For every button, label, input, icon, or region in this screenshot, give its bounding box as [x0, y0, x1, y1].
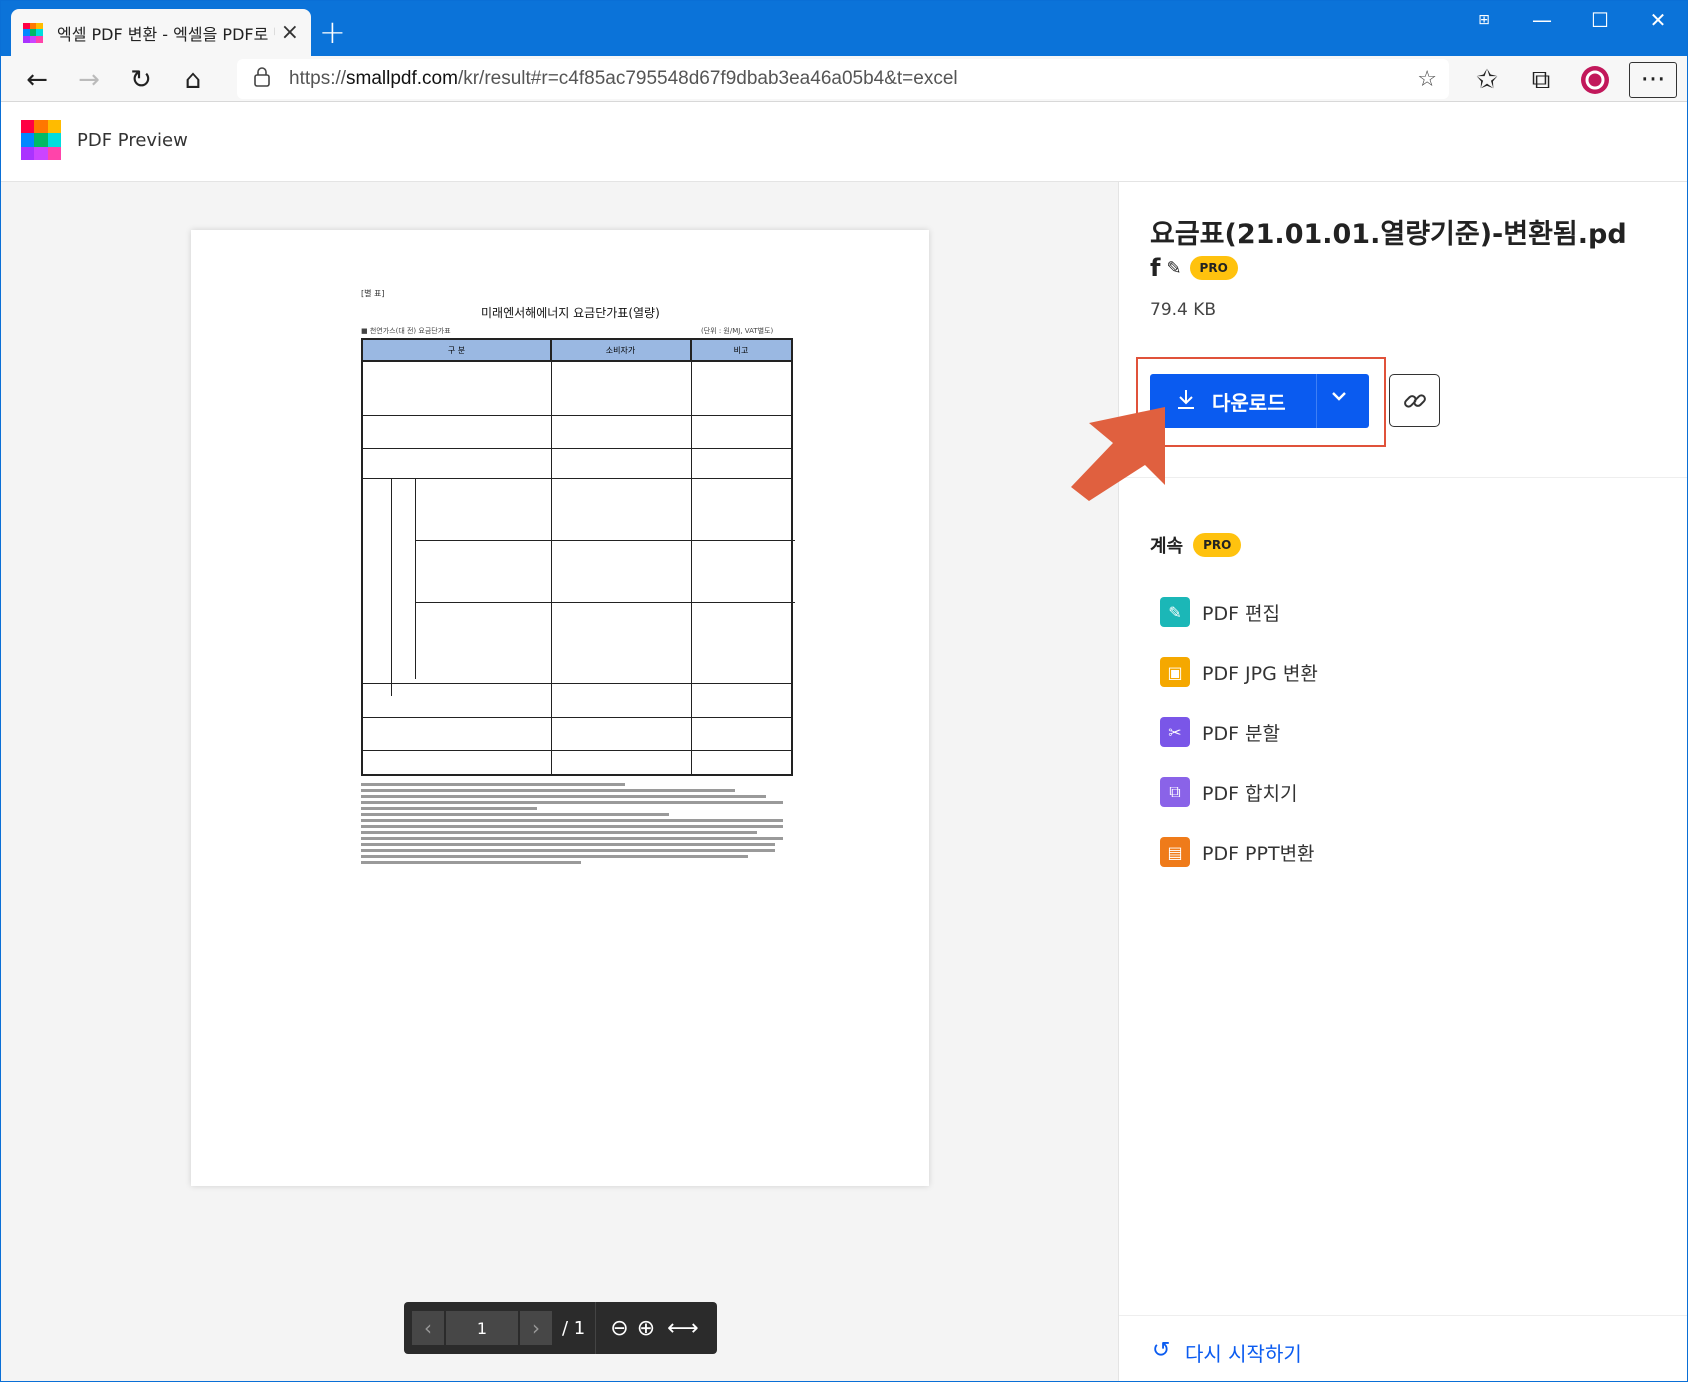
tool-label: PDF 편집	[1202, 602, 1281, 625]
tool-label: PDF 합치기	[1202, 782, 1298, 805]
doc-tag: [별 표]	[361, 289, 385, 298]
file-name: 요금표(21.01.01.열량기준)-변환됨.pd	[1150, 219, 1627, 250]
lock-icon[interactable]	[253, 67, 277, 91]
tool-split-pdf[interactable]: ✂ PDF 분할	[1160, 717, 1280, 747]
more-menu-icon[interactable]: ···	[1629, 62, 1677, 98]
doc-unit: (단위 : 원/MJ, VAT별도)	[701, 327, 774, 335]
title-bar: 엑셀 PDF 변환 - 엑셀을 PDF로 변 × + ⊞ — ☐ ✕	[1, 1, 1687, 56]
download-button[interactable]: 다운로드	[1150, 374, 1369, 428]
doc-col-note: 비고	[733, 345, 749, 355]
continue-pro-badge: PRO	[1193, 533, 1242, 557]
file-name-row: f ✎ PRO	[1150, 254, 1238, 282]
tool-merge-pdf[interactable]: ⧉ PDF 합치기	[1160, 777, 1298, 807]
file-name-tail: f	[1150, 254, 1161, 282]
tab-title: 엑셀 PDF 변환 - 엑셀을 PDF로 변	[57, 24, 275, 44]
tool-label: PDF JPG 변환	[1202, 662, 1318, 685]
prev-page-button[interactable]: ‹	[412, 1311, 444, 1345]
doc-subheading: ■ 천연가스(대 전) 요금단가표	[361, 327, 451, 335]
tool-edit-pdf[interactable]: ✎ PDF 편집	[1160, 597, 1280, 627]
tool-pdf-to-jpg[interactable]: ▣ PDF JPG 변환	[1160, 657, 1318, 687]
doc-table: 구 분 소비자가 비고	[361, 338, 795, 776]
file-size: 79.4 KB	[1150, 300, 1217, 320]
rename-pencil-icon[interactable]: ✎	[1166, 258, 1181, 279]
smallpdf-logo-icon[interactable]	[21, 120, 61, 160]
copy-link-button[interactable]	[1389, 374, 1440, 427]
continue-title: 계속	[1150, 536, 1184, 557]
download-label: 다운로드	[1212, 390, 1286, 415]
pdf-preview-area: [별 표] 미래엔서해에너지 요금단가표(열량) ■ 천연가스(대 전) 요금단…	[1, 182, 1118, 1381]
restart-section: ↺ 다시 시작하기	[1119, 1315, 1687, 1381]
app-title: PDF Preview	[77, 130, 188, 151]
side-panel: 요금표(21.01.01.열량기준)-변환됨.pd f ✎ PRO 79.4 K…	[1118, 182, 1687, 1381]
add-favorite-icon[interactable]: ☆	[1417, 67, 1437, 92]
continue-section-header: 계속 PRO	[1150, 532, 1242, 558]
tool-label: PDF 분할	[1202, 722, 1281, 745]
favorites-icon[interactable]: ✩	[1469, 62, 1505, 98]
new-tab-icon[interactable]: +	[319, 13, 346, 51]
navigation-bar: ← → ↻ ⌂ https://smallpdf.com/kr/result#r…	[1, 56, 1687, 102]
page-total: / 1	[562, 1317, 586, 1339]
page-toolbar: ‹ 1 › / 1 ⊖ ⊕ ⟷	[404, 1302, 717, 1354]
zoom-out-icon[interactable]: ⊖	[610, 1316, 628, 1341]
smallpdf-favicon-icon	[23, 22, 43, 43]
collections-icon[interactable]: ⧉	[1523, 62, 1559, 98]
doc-table-header: 구 분 소비자가 비고	[363, 340, 791, 362]
profile-avatar[interactable]	[1577, 62, 1613, 98]
close-window-icon[interactable]: ✕	[1629, 1, 1687, 41]
minimize-icon[interactable]: —	[1513, 1, 1571, 41]
pointer-arrow-icon	[1071, 407, 1165, 501]
browser-tab[interactable]: 엑셀 PDF 변환 - 엑셀을 PDF로 변 ×	[11, 9, 311, 56]
chevron-down-icon[interactable]	[1330, 386, 1348, 410]
scissors-icon: ✂	[1160, 717, 1190, 747]
merge-icon: ⧉	[1160, 777, 1190, 807]
doc-col-category: 구 분	[363, 340, 551, 360]
restart-link[interactable]: 다시 시작하기	[1185, 1338, 1302, 1367]
tab-actions-icon[interactable]: ⊞	[1455, 1, 1513, 41]
presentation-icon: ▤	[1160, 837, 1190, 867]
link-icon	[1403, 393, 1426, 408]
maximize-icon[interactable]: ☐	[1571, 1, 1629, 41]
home-icon[interactable]: ⌂	[175, 62, 211, 98]
tool-label: PDF PPT변환	[1202, 842, 1315, 865]
pdf-page: [별 표] 미래엔서해에너지 요금단가표(열량) ■ 천연가스(대 전) 요금단…	[191, 230, 929, 1186]
doc-col-price: 소비자가	[551, 340, 691, 360]
forward-icon[interactable]: →	[71, 62, 107, 98]
address-bar[interactable]: https://smallpdf.com/kr/result#r=c4f85ac…	[237, 59, 1449, 99]
doc-heading: 미래엔서해에너지 요금단가표(열량)	[481, 306, 660, 320]
app-header: PDF Preview	[1, 102, 1687, 182]
edit-icon: ✎	[1160, 597, 1190, 627]
pro-badge: PRO	[1189, 256, 1238, 280]
restart-icon[interactable]: ↺	[1152, 1338, 1170, 1363]
back-icon[interactable]: ←	[19, 62, 55, 98]
next-page-button[interactable]: ›	[520, 1311, 552, 1345]
browser-window: 엑셀 PDF 변환 - 엑셀을 PDF로 변 × + ⊞ — ☐ ✕ ← → ↻…	[0, 0, 1688, 1382]
image-convert-icon: ▣	[1160, 657, 1190, 687]
reload-icon[interactable]: ↻	[123, 62, 159, 98]
page-number-input[interactable]: 1	[446, 1311, 518, 1345]
fit-width-icon[interactable]: ⟷	[667, 1316, 699, 1341]
url-text: https://smallpdf.com/kr/result#r=c4f85ac…	[289, 68, 958, 89]
doc-footnotes	[361, 780, 801, 867]
download-icon	[1176, 388, 1196, 415]
tab-close-icon[interactable]: ×	[281, 20, 299, 45]
tool-pdf-to-ppt[interactable]: ▤ PDF PPT변환	[1160, 837, 1315, 867]
zoom-in-icon[interactable]: ⊕	[637, 1316, 655, 1341]
window-controls: ⊞ — ☐ ✕	[1455, 1, 1687, 41]
